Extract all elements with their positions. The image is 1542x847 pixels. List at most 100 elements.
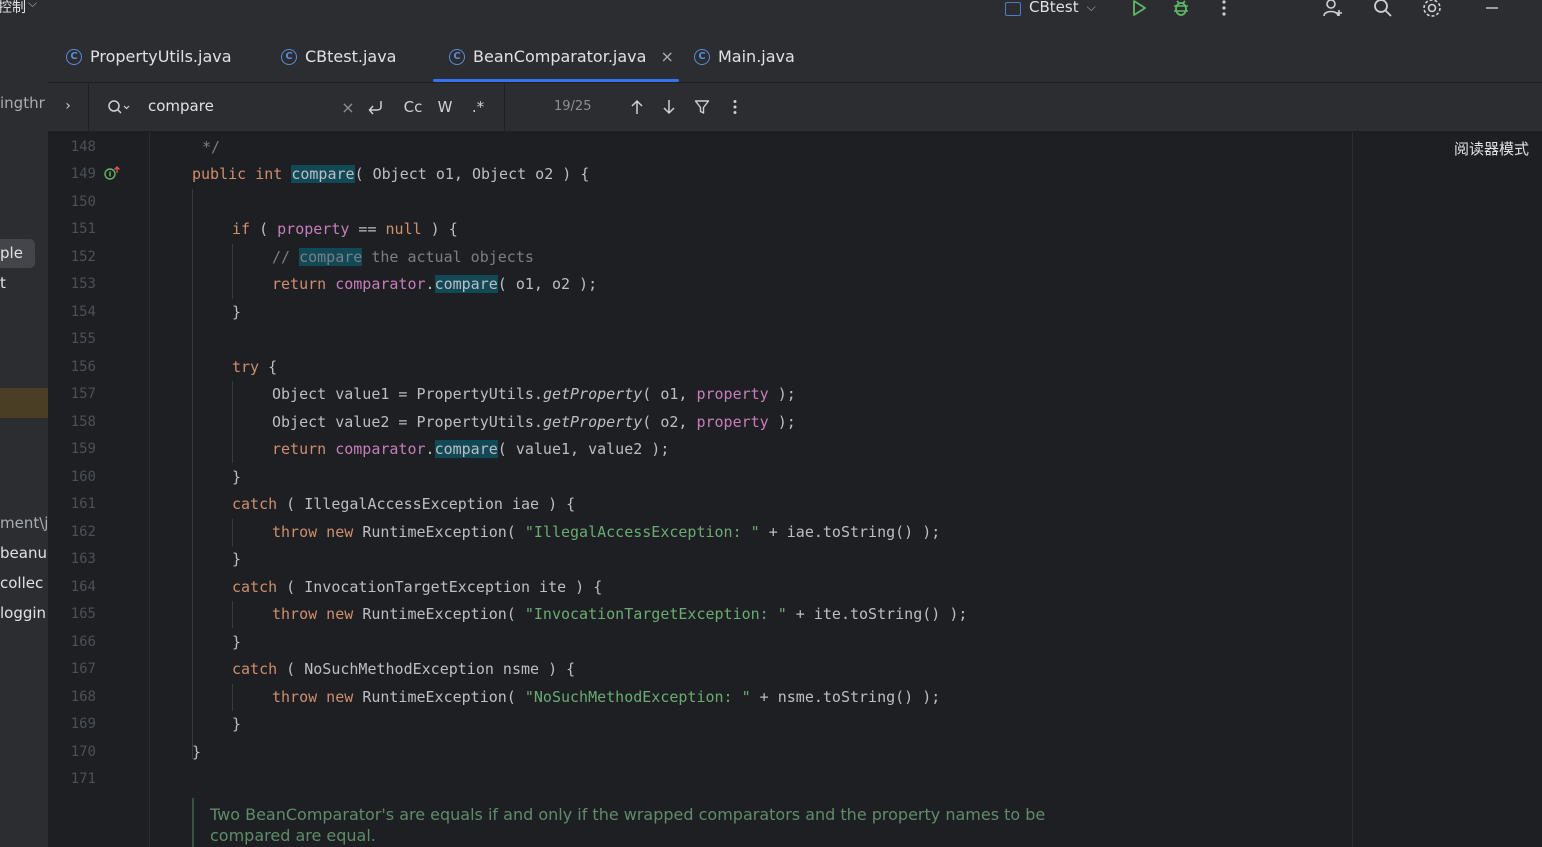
highlighted-tree-item-bg: [0, 388, 48, 418]
code-token: .: [425, 275, 435, 293]
separator: [504, 83, 505, 131]
indent-guide: [232, 601, 233, 628]
project-tree-item[interactable]: loggin: [0, 604, 46, 622]
add-user-icon[interactable]: [1321, 0, 1345, 20]
settings-icon[interactable]: [1420, 0, 1444, 20]
line-number: 163: [70, 551, 96, 567]
code-token: + nsme.toString() );: [750, 688, 941, 706]
tab-label: Main.java: [718, 47, 795, 66]
implements-method-icon[interactable]: [104, 165, 120, 181]
line-number-gutter: 148 149 150 151 152 153 154 155 156 157 …: [48, 132, 149, 847]
line-number: 169: [70, 716, 96, 732]
code-token: ==: [349, 220, 386, 238]
more-vert-icon[interactable]: [1212, 0, 1236, 20]
search-icon[interactable]: [1371, 0, 1395, 20]
field-token: property: [696, 413, 769, 431]
code-editor[interactable]: 148 149 150 151 152 153 154 155 156 157 …: [48, 132, 1542, 847]
line-number: 154: [70, 304, 96, 320]
keyword-token: public int: [192, 165, 292, 183]
tab-main[interactable]: C Main.java: [694, 31, 795, 82]
line-number: 150: [70, 194, 96, 210]
regex-toggle[interactable]: .*: [464, 96, 492, 118]
code-token: }: [232, 715, 242, 733]
method-token: getProperty: [542, 413, 643, 431]
code-token: }: [232, 550, 242, 568]
close-icon[interactable]: ×: [660, 47, 673, 66]
code-line: return comparator.compare( value1, value…: [272, 436, 669, 463]
match-case-toggle[interactable]: Cc: [398, 96, 428, 118]
code-line: return comparator.compare( o1, o2 );: [272, 271, 597, 298]
project-tree-item[interactable]: ingthr: [0, 94, 45, 112]
arrow-down-icon[interactable]: [658, 96, 680, 118]
project-tree-item[interactable]: collec: [0, 574, 43, 592]
project-tree-item[interactable]: t: [0, 274, 6, 292]
match-count: 19/25: [554, 99, 592, 114]
run-config-icon: [1005, 1, 1021, 16]
comment-token: the actual objects: [362, 248, 534, 266]
keyword-token: return: [272, 275, 336, 293]
code-line: // compare the actual objects: [272, 244, 534, 271]
expand-replace-icon[interactable]: ›: [58, 95, 78, 117]
search-history-icon[interactable]: [106, 95, 132, 119]
class-icon: C: [66, 48, 82, 65]
code-line: }: [232, 464, 241, 491]
keyword-token: throw new: [272, 605, 363, 623]
tab-label: PropertyUtils.java: [90, 47, 232, 66]
main-menu-label[interactable]: 控制: [0, 0, 26, 17]
line-number: 160: [70, 469, 96, 485]
code-line: Object value2 = PropertyUtils.getPropert…: [272, 409, 796, 436]
code-line: throw new RuntimeException( "InvocationT…: [272, 601, 967, 628]
run-icon[interactable]: [1127, 0, 1151, 20]
string-token: "InvocationTargetException: ": [524, 605, 787, 623]
comment-token: */: [202, 138, 221, 156]
class-icon: C: [281, 48, 297, 65]
clear-search-icon[interactable]: ×: [338, 97, 358, 117]
code-token: .: [425, 440, 435, 458]
search-match: compare: [299, 248, 363, 266]
arrow-up-icon[interactable]: [626, 96, 648, 118]
tab-propertyutils[interactable]: C PropertyUtils.java: [66, 31, 232, 82]
code-token: }: [232, 303, 242, 321]
line-number: 148: [70, 139, 96, 155]
keyword-token: catch: [232, 660, 278, 678]
tab-cbtest[interactable]: C CBtest.java: [281, 31, 396, 82]
more-vert-icon[interactable]: [724, 96, 746, 118]
run-config-selector[interactable]: CBtest ⌵: [1005, 0, 1096, 18]
line-number: 171: [70, 771, 96, 787]
chevron-down-icon: ⌵: [1086, 0, 1096, 14]
code-token: );: [768, 413, 796, 431]
code-token: ( o2,: [642, 413, 697, 431]
project-tree-item[interactable]: beanu: [0, 544, 47, 562]
line-number: 161: [70, 496, 96, 512]
debug-icon[interactable]: [1169, 0, 1193, 20]
code-token: RuntimeException(: [362, 523, 525, 541]
project-tree-item[interactable]: ple: [0, 244, 23, 262]
code-token: }: [232, 468, 242, 486]
whole-words-toggle[interactable]: W: [432, 96, 458, 118]
project-tree-item[interactable]: ment\j: [0, 514, 48, 532]
code-token: ( Object o1, Object o2 ) {: [354, 165, 590, 183]
code-token: ( o1, o2 );: [497, 275, 598, 293]
line-number: 156: [70, 359, 96, 375]
new-line-icon[interactable]: [364, 96, 386, 118]
code-token: ( NoSuchMethodException nsme ) {: [277, 660, 576, 678]
line-number: 167: [70, 661, 96, 677]
keyword-token: try: [232, 358, 260, 376]
code-token: Object value2 = PropertyUtils.: [272, 413, 543, 431]
code-token: ) {: [421, 220, 458, 238]
minimize-icon[interactable]: [1480, 0, 1504, 20]
reader-mode-toggle[interactable]: 阅读器模式: [1454, 138, 1529, 159]
keyword-token: catch: [232, 495, 278, 513]
active-tab-indicator: [433, 79, 679, 82]
keyword-token: null: [385, 220, 422, 238]
line-number: 149: [70, 166, 96, 182]
doc-comment-text: Two BeanComparator's are equals if and o…: [210, 805, 1046, 845]
filter-icon[interactable]: [691, 96, 713, 118]
search-input[interactable]: [148, 95, 328, 117]
tab-beancomparator[interactable]: C BeanComparator.java ×: [449, 31, 674, 82]
keyword-token: throw new: [272, 688, 363, 706]
chevron-down-icon[interactable]: ⌵: [28, 0, 37, 11]
field-token: property: [277, 220, 350, 238]
line-number: 166: [70, 634, 96, 650]
code-line: catch ( NoSuchMethodException nsme ) {: [232, 656, 575, 683]
